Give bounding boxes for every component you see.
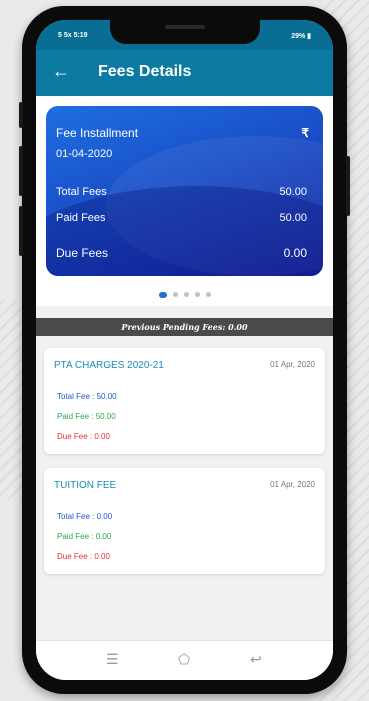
page-dot-active[interactable] [158, 291, 167, 298]
return-icon[interactable]: ↩ [250, 651, 262, 668]
status-left: 5 5x 5:19 [58, 32, 88, 39]
app-bar: ← Fees Details [36, 50, 333, 96]
status-bar: 5 5x 5:19 29% ▮ [36, 20, 333, 50]
installment-title: Fee Installment [56, 126, 139, 140]
installment-carousel[interactable]: Fee Installment ₹ 01-04-2020 Total Fees … [36, 96, 333, 306]
phone-side-button [19, 146, 23, 196]
installment-card[interactable]: Fee Installment ₹ 01-04-2020 Total Fees … [46, 106, 323, 276]
due-fees-value: 0.00 [283, 246, 307, 260]
page-dot[interactable] [205, 292, 211, 298]
fee-item-card[interactable]: PTA CHARGES 2020-21 01 Apr, 2020 Total F… [44, 348, 325, 454]
installment-date: 01-04-2020 [56, 148, 113, 160]
system-nav-bar: ☰ ⬠ ↩ [36, 640, 333, 680]
status-right: 29% ▮ [291, 33, 311, 40]
phone-side-button [19, 102, 23, 128]
fee-item-paid: Paid Fee : 0.00 [57, 532, 112, 541]
fee-item-date: 01 Apr, 2020 [270, 480, 315, 489]
page-dot[interactable] [194, 292, 200, 298]
paid-fees-value: 50.00 [279, 212, 307, 224]
fee-item-title: PTA CHARGES 2020-21 [54, 360, 164, 371]
page-title: Fees Details [98, 63, 192, 80]
menu-icon[interactable]: ☰ [106, 651, 119, 668]
due-fees-label: Due Fees [56, 246, 109, 260]
paid-fees-label: Paid Fees [56, 212, 106, 224]
phone-screen: 5 5x 5:19 29% ▮ ← Fees Details Fee Insta… [36, 20, 333, 680]
fee-item-total: Total Fee : 50.00 [57, 392, 117, 401]
fee-item-paid: Paid Fee : 50.00 [57, 412, 116, 421]
carousel-page-indicator [36, 286, 333, 298]
fee-item-total: Total Fee : 0.00 [57, 512, 113, 521]
phone-notch [110, 20, 260, 44]
fee-item-due: Due Fee : 0.00 [57, 432, 110, 441]
card-decoration [46, 186, 323, 276]
speaker-grille [165, 25, 205, 29]
previous-pending-fees: Previous Pending Fees: 0.00 [36, 318, 333, 336]
rupee-icon: ₹ [301, 126, 309, 140]
page-dot[interactable] [172, 292, 178, 298]
phone-power-button [346, 156, 350, 216]
fee-item-date: 01 Apr, 2020 [270, 360, 315, 369]
fee-item-card[interactable]: TUITION FEE 01 Apr, 2020 Total Fee : 0.0… [44, 468, 325, 574]
page-dot[interactable] [183, 292, 189, 298]
arrow-left-icon[interactable]: ← [52, 61, 70, 81]
phone-side-button [19, 206, 23, 256]
home-icon[interactable]: ⬠ [178, 651, 190, 668]
phone-frame: 5 5x 5:19 29% ▮ ← Fees Details Fee Insta… [19, 6, 350, 694]
total-fees-label: Total Fees [56, 186, 107, 198]
fee-item-title: TUITION FEE [54, 480, 117, 491]
total-fees-value: 50.00 [279, 186, 307, 198]
fee-item-due: Due Fee : 0.00 [57, 552, 110, 561]
